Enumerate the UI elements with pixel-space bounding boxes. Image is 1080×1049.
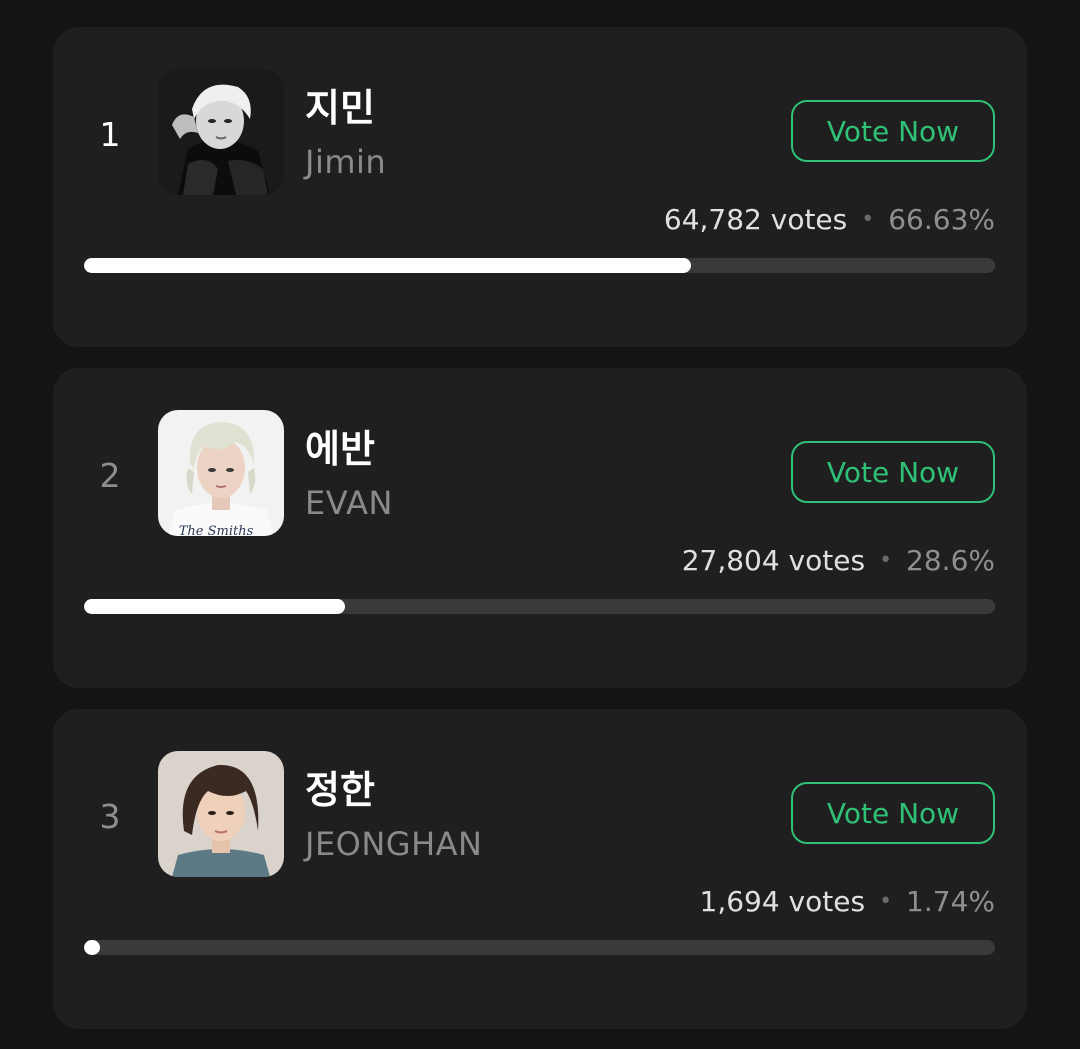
ranking-list: 1 지민 Jimin Vote Now 64,782 votes • 66.63… [0,0,1080,1049]
avatar-photo-jeonghan [158,751,284,877]
vote-percentage: 66.63% [888,203,995,236]
vote-now-button[interactable]: Vote Now [791,441,995,503]
progress-fill [84,940,100,955]
vote-stats: 64,782 votes • 66.63% [664,203,995,236]
vote-now-button[interactable]: Vote Now [791,782,995,844]
candidate-name-english: Jimin [305,143,387,181]
progress-bar [84,599,995,614]
vote-count: 1,694 votes [699,885,866,918]
progress-fill [84,599,345,614]
vote-stats: 27,804 votes • 28.6% [682,544,995,577]
candidate-card: 3 정한 JEONGHAN Vote Now 1,694 votes • 1.7… [53,709,1027,1029]
vote-now-button[interactable]: Vote Now [791,100,995,162]
avatar: The Smiths [158,410,284,536]
candidate-name-korean: 지민 [305,86,375,130]
candidate-name-korean: 에반 [305,427,375,471]
vote-count: 64,782 votes [663,203,848,236]
avatar [158,751,284,877]
rank-number: 2 [99,456,121,495]
vote-stats: 1,694 votes • 1.74% [700,885,996,918]
progress-bar [84,258,995,273]
shirt-print-text: The Smiths [179,524,254,536]
progress-fill [84,258,691,273]
avatar-photo-evan: The Smiths [158,410,284,536]
separator-dot-icon: • [879,889,893,914]
rank-number: 3 [99,797,121,836]
candidate-name-english: JEONGHAN [305,825,483,863]
progress-bar [84,940,995,955]
vote-percentage: 1.74% [906,885,995,918]
separator-dot-icon: • [861,207,875,232]
candidate-card: 2 The Smiths 에반 EVAN Vote Now 27,804 vot… [53,368,1027,688]
avatar [158,69,284,195]
avatar-photo-jimin [158,69,284,195]
candidate-name-english: EVAN [305,484,393,522]
rank-number: 1 [99,115,121,154]
separator-dot-icon: • [879,548,893,573]
vote-percentage: 28.6% [906,544,995,577]
candidate-name-korean: 정한 [305,768,375,812]
candidate-card: 1 지민 Jimin Vote Now 64,782 votes • 66.63… [53,27,1027,347]
vote-count: 27,804 votes [681,544,866,577]
